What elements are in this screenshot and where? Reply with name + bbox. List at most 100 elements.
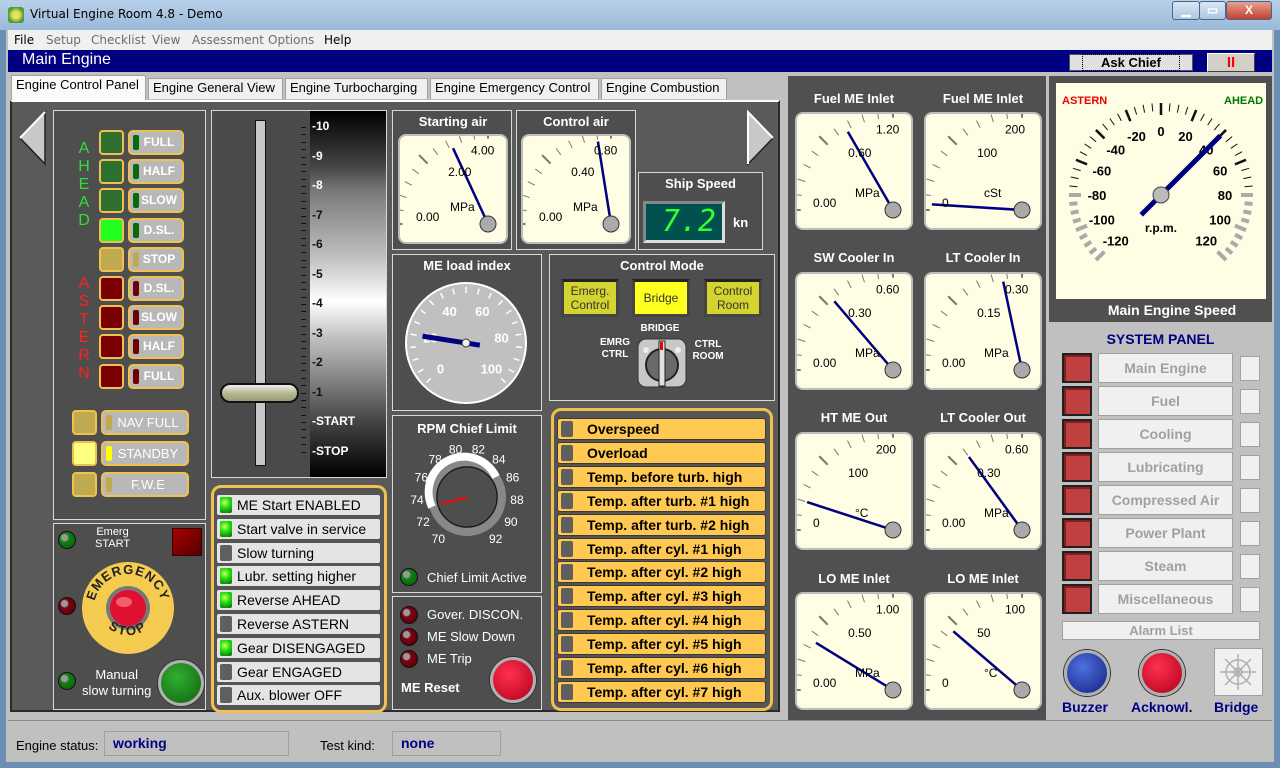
trip-label: ME Trip	[427, 651, 472, 666]
control-mode-emerg-control-button[interactable]: Emerg. Control	[561, 279, 619, 317]
gauge-tick	[581, 134, 586, 143]
telegraph-ahead-half-button[interactable]: HALF	[128, 159, 184, 185]
telegraph-ahead-slow-button[interactable]: SLOW	[128, 188, 184, 214]
lever-tick	[301, 414, 306, 416]
gauge-dial: 0.00 0.15 0.30 MPa	[917, 265, 1031, 379]
emergency-stop-indicator	[58, 597, 76, 615]
close-button[interactable]: X	[1226, 1, 1272, 20]
gauge-tick	[818, 135, 829, 146]
gauge-tick	[962, 128, 969, 136]
gauge-scale-label: 0.15	[977, 306, 1001, 320]
tab-engine-combustion[interactable]: Engine Combustion	[601, 78, 727, 99]
control-mode-rotary-switch[interactable]	[637, 338, 687, 388]
mode-indicator	[106, 477, 112, 492]
gauge-tick	[445, 140, 450, 149]
mode-label: F.W.E	[131, 477, 165, 492]
gauge-dial: 0 100 200 °C	[788, 425, 902, 539]
system-cooling-button[interactable]: Cooling	[1098, 419, 1233, 449]
rpm-tick	[1072, 217, 1082, 224]
gauge-tick	[962, 608, 969, 616]
system-status-square	[1240, 554, 1260, 579]
gauge-tick	[847, 280, 852, 288]
gauge-tick	[395, 208, 404, 212]
emerg-start-button[interactable]	[172, 528, 202, 556]
system-steam-button[interactable]: Steam	[1098, 551, 1233, 581]
menu-setup[interactable]: Setup	[46, 33, 81, 47]
tab-engine-general-view[interactable]: Engine General View	[148, 78, 283, 99]
maximize-button[interactable]: ▭	[1199, 1, 1226, 20]
mode-f-w-e-button[interactable]: F.W.E	[101, 472, 189, 497]
control-mode-control-room-button[interactable]: Control Room	[704, 279, 762, 317]
mode-standby-button[interactable]: STANDBY	[101, 441, 189, 466]
pause-button[interactable]: II	[1207, 53, 1255, 72]
acknowledge-button[interactable]	[1139, 650, 1185, 696]
menu-view[interactable]: View	[152, 33, 180, 47]
menu-assessment[interactable]: Assessment	[192, 33, 264, 47]
telegraph-ahead-full-button[interactable]: FULL	[128, 130, 184, 155]
gauge-tick	[861, 274, 865, 283]
gauge-hub	[884, 361, 902, 379]
system-lubricating-button[interactable]: Lubricating	[1098, 452, 1233, 482]
rpm-tick	[1069, 201, 1078, 207]
telegraph-astern-full-button[interactable]: FULL	[128, 363, 184, 389]
gauge-tick	[922, 193, 931, 197]
buzzer-button[interactable]	[1064, 650, 1110, 696]
gauge-tick	[922, 353, 931, 357]
system-compressed-air-button[interactable]: Compressed Air	[1098, 485, 1233, 515]
rpm-scale-label: -120	[1103, 233, 1129, 248]
tab-engine-emergency-control[interactable]: Engine Emergency Control	[430, 78, 599, 99]
rpm-tick	[1243, 176, 1252, 180]
gauge-dial: 0.00 0.60 1.20 MPa	[788, 105, 902, 219]
system-fuel-button[interactable]: Fuel	[1098, 386, 1233, 416]
system-main-engine-button[interactable]: Main Engine	[1098, 353, 1233, 383]
switch-label-bridge: BRIDGE	[640, 323, 680, 334]
gauge-tick	[990, 434, 994, 443]
manual-slow-turning-button[interactable]	[158, 660, 204, 706]
system-alarm-lamp	[1062, 584, 1092, 614]
alarm-item: Temp. after cyl. #7 high	[557, 680, 766, 703]
mode-nav-full-button[interactable]: NAV FULL	[101, 410, 189, 435]
gauge-tick	[932, 164, 940, 169]
lever-scale-label: -START	[312, 414, 356, 428]
rpm-tick	[1230, 143, 1238, 149]
previous-arrow-icon[interactable]	[18, 110, 48, 166]
telegraph-astern-half-button[interactable]: HALF	[128, 334, 184, 360]
telegraph-astern-dsl-button[interactable]: D.SL.	[128, 276, 184, 301]
system-miscellaneous-button[interactable]: Miscellaneous	[1098, 584, 1233, 614]
gauge-scale-label: 0.60	[1005, 443, 1029, 457]
ask-chief-button[interactable]: Ask Chief	[1069, 54, 1193, 71]
gauge-scale-label: 0.30	[1005, 283, 1029, 297]
next-arrow-icon[interactable]	[745, 110, 775, 166]
gauge-tick	[432, 148, 439, 156]
chief-scale-label: 78	[428, 452, 442, 466]
rpm-chief-limit-dial[interactable]: 7072 74 76 78 80 82 8486 88 9092	[402, 445, 532, 555]
menu-bar: File Setup Checklist View Assessment Opt…	[8, 30, 1272, 50]
emergency-stop-button[interactable]: EMERGENCY STOP	[80, 560, 176, 656]
alarm-list-button[interactable]: Alarm List	[1062, 621, 1260, 640]
minimize-button[interactable]: ▁	[1172, 1, 1200, 20]
menu-file[interactable]: File	[14, 33, 34, 47]
alarm-item: Temp. after cyl. #5 high	[557, 633, 766, 656]
alarm-item: Overload	[557, 441, 766, 464]
menu-checklist[interactable]: Checklist	[91, 33, 146, 47]
lever-handle[interactable]	[220, 382, 299, 403]
tab-engine-turbocharging[interactable]: Engine Turbocharging	[285, 78, 428, 99]
bridge-button[interactable]	[1214, 648, 1263, 696]
rpm-tick	[1176, 104, 1180, 113]
telegraph-ahead-dsl-button[interactable]: D.SL.	[128, 217, 184, 243]
rpm-tick	[1070, 209, 1080, 215]
menu-options[interactable]: Options	[268, 33, 314, 47]
control-mode-bridge-button[interactable]: Bridge	[632, 279, 690, 317]
tab-engine-control-panel[interactable]: Engine Control Panel	[11, 75, 146, 100]
load-hub	[461, 338, 471, 348]
telegraph-order-label: HALF	[143, 164, 175, 179]
system-power-plant-button[interactable]: Power Plant	[1098, 518, 1233, 548]
menu-help[interactable]: Help	[324, 33, 351, 47]
gauge-tick	[818, 295, 829, 306]
gauge-hub	[602, 215, 620, 233]
telegraph-astern-slow-button[interactable]: SLOW	[128, 305, 184, 331]
telegraph-stop-stop-button[interactable]: STOP	[128, 246, 184, 272]
me-reset-button[interactable]	[490, 657, 536, 703]
ahead-letter: H	[78, 158, 90, 175]
gauge-unit: MPa	[984, 346, 1009, 360]
